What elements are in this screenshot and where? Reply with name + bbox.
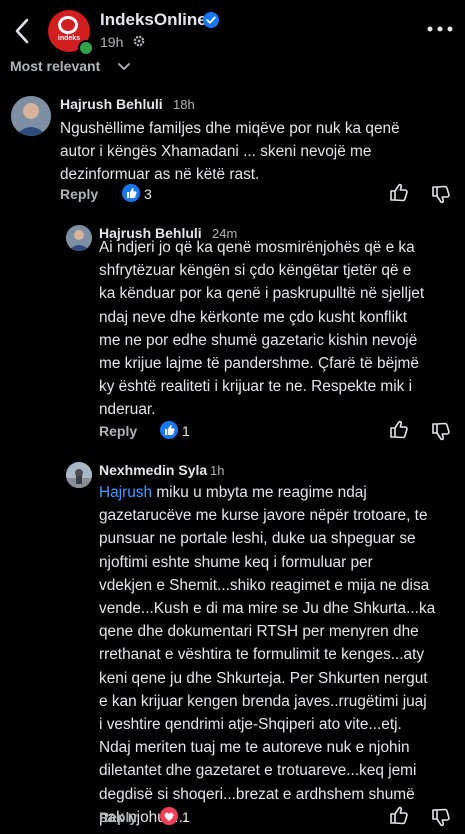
comment-text: Hajrush miku u mbyta me reagime ndaj gaz… [99,481,461,829]
comment-line: ky është realiteti i krijuar te ne. Resp… [99,378,413,396]
like-icon[interactable] [388,804,410,826]
comment-line: rrethanat e vështira te formulimit te ke… [99,646,425,664]
like-icon[interactable] [388,181,410,203]
comment-time: 1h [210,463,225,478]
comment-line: keni qene ju dhe Shkurteja. Per Shkurten… [99,669,428,687]
mention-link[interactable]: Hajrush [99,484,152,501]
like-reaction-icon[interactable] [160,421,178,439]
reaction-count[interactable]: 1 [182,423,190,439]
comment-line: me krijue lajme të pandershme. Çfarë të … [99,355,419,373]
comment-line: me ne por edhe shumë gazetaric kishin ne… [99,331,418,349]
reply-button[interactable]: Reply [60,186,98,202]
logo-ring-icon [58,16,78,34]
comment-line: vdekjen e Shemit...shiko reagimet e mija… [99,576,430,594]
comment-line: shfrytëzuar këngën si çdo këngëtar tjetë… [99,262,412,280]
comment-line: degdisë si shoqeri...brezat e ardhshem s… [99,785,415,803]
back-arrow-icon[interactable] [12,16,34,46]
comment-line: njoftimi eshte shume keq i formuluar per [99,553,373,571]
comment-text: Ai ndjeri jo që ka qenë mosmirënjohës që… [99,236,459,422]
comment-line: Ndaj meriten tuaj me te autoreve nuk e n… [99,739,410,757]
comment-text: Ngushëllime familjes dhe miqëve por nuk … [60,117,460,187]
comment-line: e kan krijuar kengen brenda javes..rrugë… [99,692,427,710]
comment-line: Ai ndjeri jo që ka qenë mosmirënjohës që… [99,239,415,256]
person-photo-icon [11,96,51,136]
avatar[interactable] [66,225,92,251]
comment-line: qene dhe dokumentari RTSH per menyren dh… [99,623,419,641]
comment-time: 18h [173,97,195,112]
avatar[interactable] [66,462,92,488]
reaction-count[interactable]: 1 [182,809,190,825]
post-timestamp: 19h [100,34,124,50]
more-options-icon[interactable] [426,22,454,36]
person-photo-icon [66,462,92,488]
comment-line: Hajrush miku u mbyta me reagime ndaj [99,484,367,501]
reply-button[interactable]: Reply [99,809,137,825]
sort-dropdown[interactable]: Most relevant [10,58,100,74]
reply-button[interactable]: Reply [99,423,137,439]
reaction-count[interactable]: 3 [144,186,152,202]
comment-line: punsuar ne portale leshi, duke ua shpegu… [99,530,416,548]
online-status-dot [78,40,94,56]
comment-line: autor i këngës Xhamadani ... skeni nevoj… [60,143,372,161]
comment-author[interactable]: Hajrush Behluli [60,96,163,112]
dislike-icon[interactable] [430,807,452,829]
love-reaction-icon[interactable] [160,807,178,825]
like-icon[interactable] [388,418,410,440]
person-photo-icon [66,225,92,251]
comment-author[interactable]: Nexhmedin Syla [99,462,207,478]
chevron-down-icon[interactable] [118,63,130,71]
comment-line: diletantet dhe gazetaret e trotuareve...… [99,762,417,780]
comment-line: ndaj neve dhe kërkonte me çdo kusht konf… [99,308,407,326]
comment-line: Ngushëllime familjes dhe miqëve por nuk … [60,120,400,137]
dislike-icon[interactable] [430,184,452,206]
comment-line: i veshtire qendrimi atje-Shqiperi ato vi… [99,716,402,734]
like-reaction-icon[interactable] [122,184,140,202]
comment-line: gazetarucëve me kurse javore nëpër troto… [99,507,428,525]
comment-line: vende...Kush e di ma mire se Ju dhe Shku… [99,600,436,618]
avatar[interactable] [11,96,51,136]
verified-badge-icon [203,12,219,28]
page-name[interactable]: IndeksOnline [100,10,207,30]
comment-line: ka kënduar por ka qenë i paskrupulltë në… [99,285,425,303]
dislike-icon[interactable] [430,421,452,443]
gear-icon [133,35,145,47]
